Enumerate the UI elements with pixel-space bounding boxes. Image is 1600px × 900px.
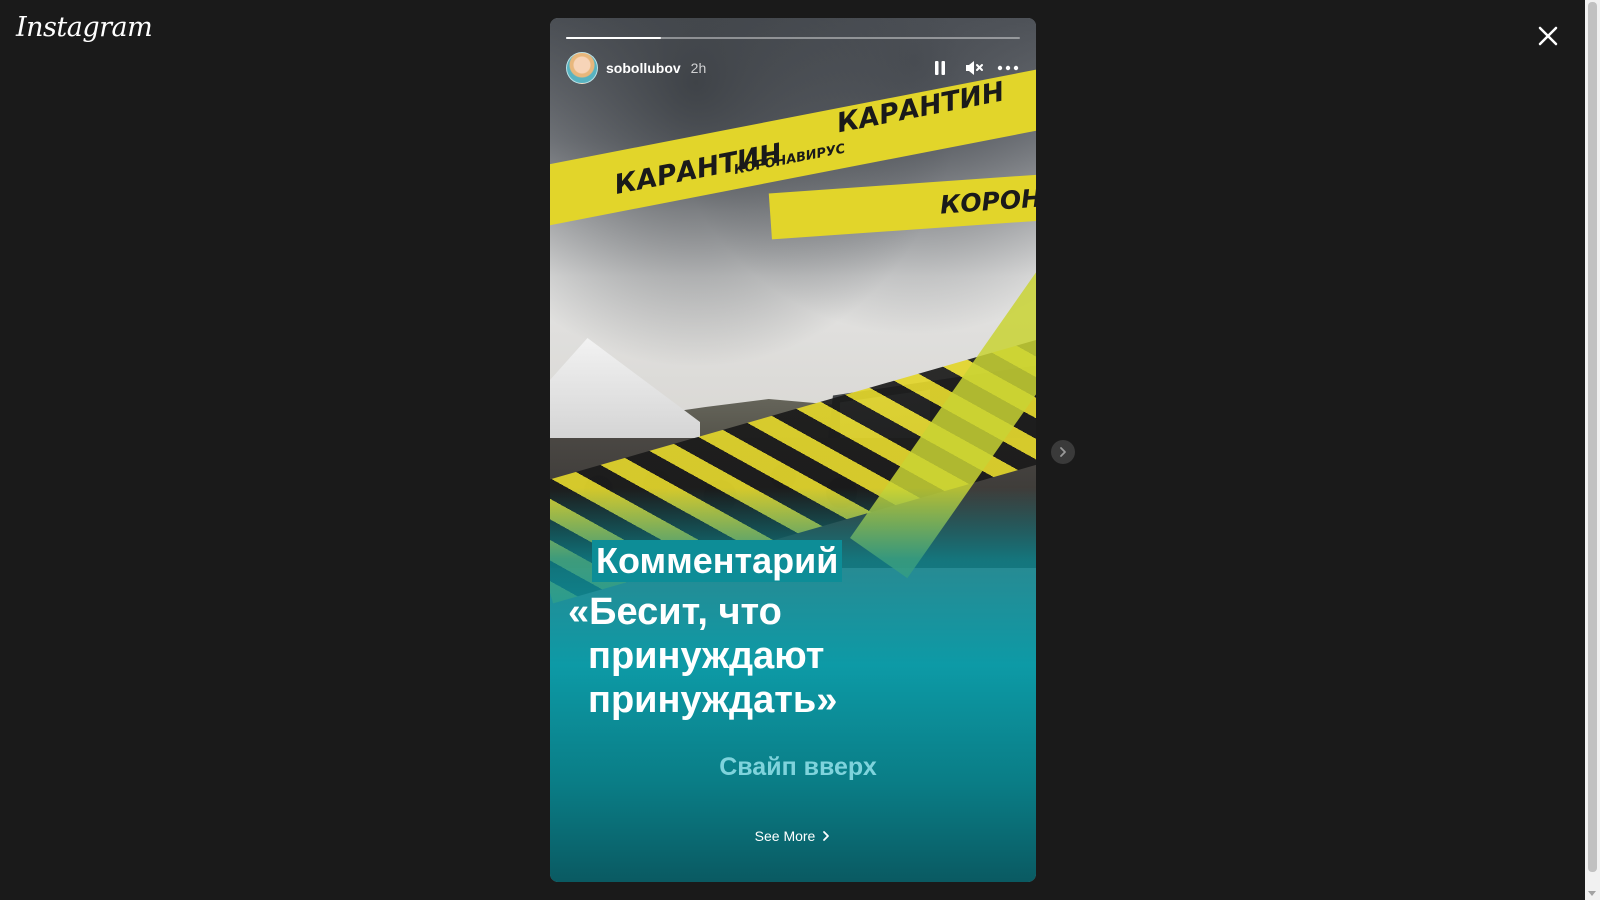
close-icon bbox=[1538, 26, 1558, 46]
tape-text-corona: КОРОНА bbox=[938, 182, 1036, 220]
chevron-right-icon bbox=[823, 831, 830, 841]
mute-button[interactable] bbox=[962, 56, 986, 80]
scroll-down-arrow[interactable] bbox=[1588, 891, 1596, 896]
more-icon bbox=[997, 65, 1019, 71]
quote-line: принуждают bbox=[588, 635, 825, 677]
story-quote: «Бесит, что принуждают принуждать» bbox=[568, 590, 898, 722]
username[interactable]: sobollubov bbox=[606, 60, 681, 76]
comment-label: Комментарий bbox=[592, 540, 843, 582]
story-progress-bar bbox=[566, 37, 1020, 39]
timestamp: 2h bbox=[690, 60, 707, 76]
quote-line: «Бесит, что bbox=[568, 591, 782, 633]
pause-button[interactable] bbox=[928, 56, 952, 80]
story-viewer[interactable]: КАРАНТИН КОРОНАВИРУС КАРАНТИН КОРОНА sob… bbox=[550, 18, 1036, 882]
scrollbar-thumb[interactable] bbox=[1588, 2, 1597, 872]
story-header: sobollubov 2h bbox=[566, 52, 1020, 84]
see-more-label: See More bbox=[754, 828, 816, 844]
swipe-up-text: Свайп вверх bbox=[719, 753, 877, 781]
mute-icon bbox=[966, 61, 983, 75]
next-story-button[interactable] bbox=[1051, 440, 1075, 464]
instagram-logo[interactable]: Instagram bbox=[16, 12, 153, 43]
see-more-button[interactable]: See More bbox=[550, 828, 1036, 844]
page-scrollbar[interactable] bbox=[1585, 0, 1600, 900]
quote-line: принуждать» bbox=[588, 679, 838, 721]
avatar[interactable] bbox=[566, 52, 598, 84]
chevron-right-icon bbox=[1060, 447, 1066, 457]
more-options-button[interactable] bbox=[996, 56, 1020, 80]
close-button[interactable] bbox=[1532, 20, 1564, 52]
story-controls bbox=[928, 56, 1020, 80]
story-progress-fill bbox=[566, 37, 662, 39]
pause-icon bbox=[935, 61, 945, 75]
